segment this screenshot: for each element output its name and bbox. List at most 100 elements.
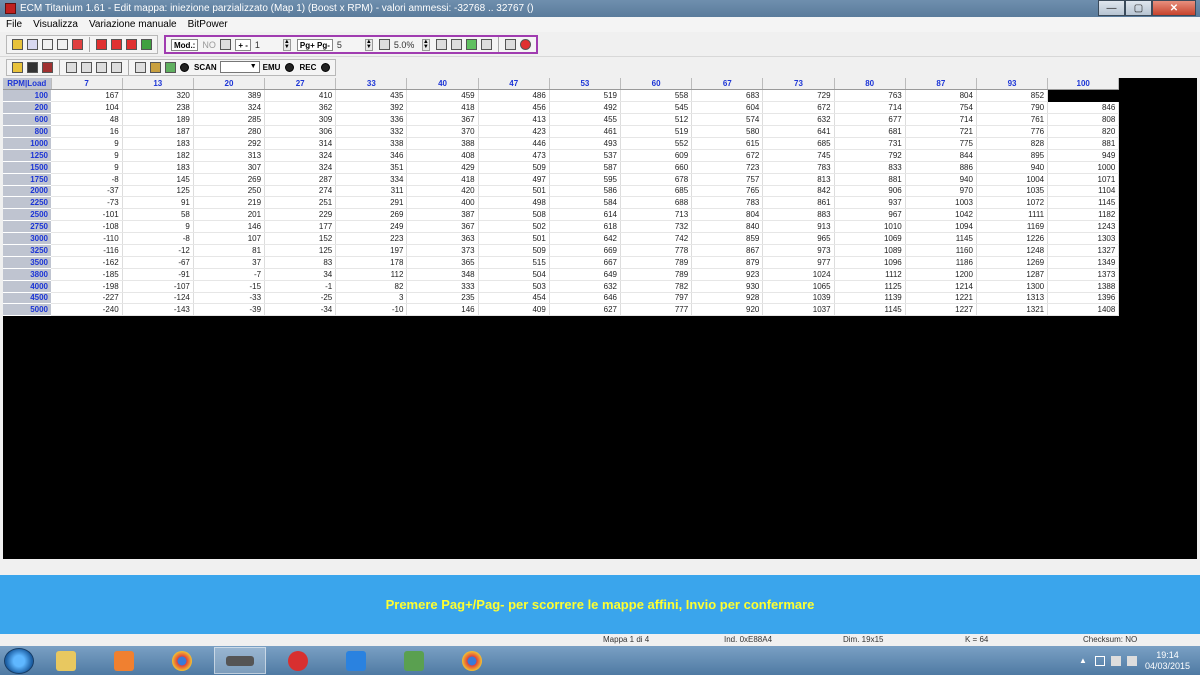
grid-b-icon[interactable] (450, 39, 462, 50)
map-cell[interactable]: 146 (193, 220, 266, 234)
map-cell[interactable]: 509 (478, 244, 550, 257)
map-cell[interactable]: 9 (51, 161, 123, 174)
map-cell[interactable]: 363 (406, 232, 479, 245)
map-cell[interactable]: -101 (51, 208, 123, 222)
map-cell[interactable]: -37 (51, 185, 123, 198)
map-cell[interactable]: 967 (834, 208, 906, 222)
map-cell[interactable]: 285 (193, 113, 266, 127)
table-icon[interactable] (42, 39, 53, 50)
map-cell[interactable]: 1145 (905, 232, 977, 245)
map-cell[interactable]: 587 (549, 161, 622, 174)
map-cell[interactable]: 219 (193, 196, 266, 210)
map-cell[interactable]: -67 (122, 256, 194, 269)
taskbar-dropbox[interactable] (330, 647, 382, 674)
map-cell[interactable]: 3 (335, 292, 408, 305)
map-cell[interactable]: 83 (264, 256, 337, 269)
map-cell[interactable]: 808 (1047, 113, 1120, 127)
page-spinner[interactable]: ▲ ▼ (364, 38, 373, 51)
map-cell[interactable]: 306 (264, 125, 337, 138)
map-cell[interactable]: 732 (620, 220, 693, 234)
map-cell[interactable]: 1160 (905, 244, 977, 257)
map-cell[interactable]: 797 (620, 292, 693, 305)
map-cell[interactable]: 435 (335, 89, 408, 103)
map-cell[interactable]: 418 (406, 101, 479, 115)
map-cell[interactable]: 1089 (834, 244, 906, 257)
map-cell[interactable]: 388 (406, 137, 479, 150)
map-cell[interactable]: 178 (335, 256, 408, 269)
map-cell[interactable]: 804 (691, 208, 764, 222)
map-cell[interactable]: 761 (976, 113, 1049, 127)
map-cell[interactable]: 615 (691, 137, 764, 150)
map-cell[interactable]: 552 (620, 137, 693, 150)
grid-c-icon[interactable] (465, 39, 477, 50)
map-cell[interactable]: 362 (264, 101, 337, 115)
map-cell[interactable]: 1039 (762, 292, 835, 305)
map-cell[interactable]: 792 (834, 149, 906, 162)
network-icon[interactable] (1110, 655, 1121, 666)
step-spinner[interactable]: ▲ ▼ (282, 38, 291, 51)
map-cell[interactable]: 790 (976, 101, 1049, 115)
map-cell[interactable]: 229 (264, 208, 337, 222)
map-cell[interactable]: 729 (762, 89, 835, 103)
map-cell[interactable]: 459 (406, 89, 479, 103)
filter-icon[interactable] (135, 61, 146, 73)
map-cell[interactable]: 291 (335, 196, 408, 210)
map-cell[interactable]: 1186 (905, 256, 977, 269)
map-cell[interactable]: 537 (549, 149, 622, 162)
map-cell[interactable]: 365 (406, 256, 479, 269)
menu-bitpower[interactable]: BitPower (182, 19, 233, 30)
map-cell[interactable]: -185 (51, 268, 123, 281)
map-cell[interactable]: 9 (122, 220, 194, 234)
map-cell[interactable]: 311 (335, 185, 408, 198)
map-cell[interactable]: 515 (478, 256, 550, 269)
map-cell[interactable]: 913 (762, 220, 835, 234)
volume-icon[interactable] (1126, 655, 1137, 666)
map-cell[interactable]: 1065 (762, 280, 835, 293)
map-cell[interactable]: 804 (905, 89, 977, 103)
map-cell[interactable]: -227 (51, 292, 123, 305)
map-cell[interactable]: 408 (406, 149, 479, 162)
map-cell[interactable]: 776 (976, 125, 1049, 138)
map-cell[interactable]: 1069 (834, 232, 906, 245)
map-cell[interactable]: 152 (264, 232, 337, 245)
map-cell[interactable]: 324 (264, 149, 337, 162)
taskbar-explorer[interactable] (40, 647, 92, 674)
map-cell[interactable]: 881 (834, 173, 906, 186)
map-cell[interactable]: -12 (122, 244, 194, 257)
map-cell[interactable]: 1313 (976, 292, 1049, 305)
map-cell[interactable]: 1111 (976, 208, 1049, 222)
close-button[interactable]: ✕ (1152, 0, 1196, 16)
map-cell[interactable]: 292 (193, 137, 266, 150)
map-cell[interactable]: 492 (549, 101, 622, 115)
map-cell[interactable]: -25 (264, 292, 337, 305)
clock[interactable]: 19:14 04/03/2015 (1145, 650, 1190, 672)
map-cell[interactable]: 672 (691, 149, 764, 162)
map-cell[interactable]: 107 (193, 232, 266, 245)
map-cell[interactable]: 757 (691, 173, 764, 186)
map-cell[interactable]: 182 (122, 149, 194, 162)
view-2-icon[interactable] (81, 61, 92, 73)
map-cell[interactable]: 351 (335, 161, 408, 174)
person-icon[interactable] (165, 61, 176, 73)
map-cell[interactable]: 765 (691, 185, 764, 198)
map-cell[interactable]: 1388 (1047, 280, 1120, 293)
map-cell[interactable]: 844 (905, 149, 977, 162)
map-cell[interactable]: 1321 (976, 303, 1049, 317)
map-cell[interactable]: 400 (406, 196, 479, 210)
map-cell[interactable]: 501 (478, 232, 550, 245)
check-all-icon[interactable] (111, 39, 122, 50)
view-4-icon[interactable] (111, 61, 122, 73)
map-cell[interactable]: 346 (335, 149, 408, 162)
map-cell[interactable]: 332 (335, 125, 408, 138)
map-cell[interactable]: 274 (264, 185, 337, 198)
map-cell[interactable]: 742 (620, 232, 693, 245)
map-cell[interactable]: 418 (406, 173, 479, 186)
view-1-icon[interactable] (66, 61, 77, 73)
map-cell[interactable]: 1000 (1047, 161, 1120, 174)
map-cell[interactable]: 1327 (1047, 244, 1120, 257)
map-cell[interactable]: 1269 (976, 256, 1049, 269)
map-cell[interactable]: 632 (549, 280, 622, 293)
map-cell[interactable]: 685 (762, 137, 835, 150)
map-cell[interactable]: 410 (264, 89, 337, 103)
map-cell[interactable]: 34 (264, 268, 337, 281)
